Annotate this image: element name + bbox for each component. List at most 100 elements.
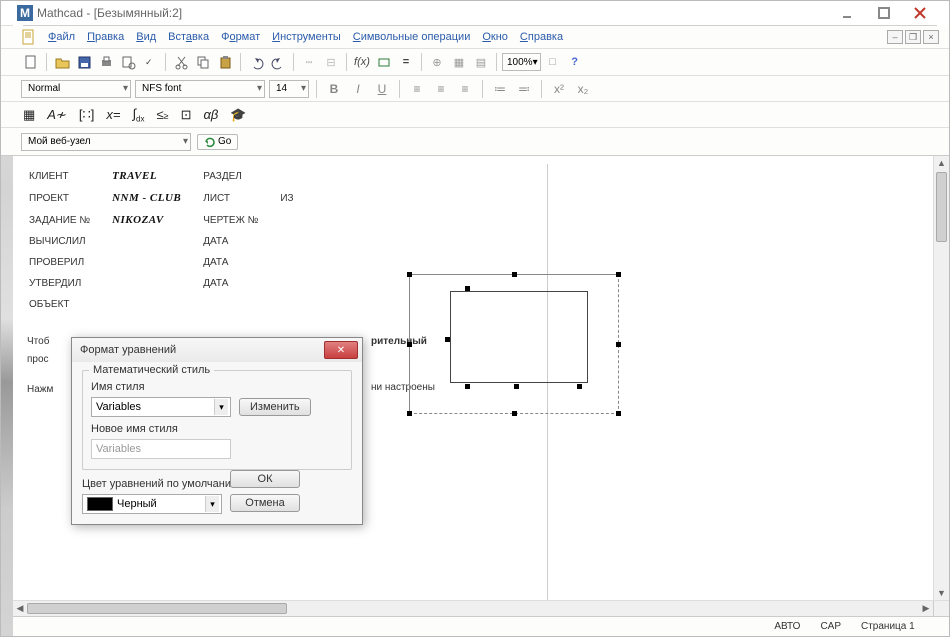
print-button[interactable]: [96, 52, 116, 72]
mdi-close-button[interactable]: ×: [923, 30, 939, 44]
menu-view[interactable]: Вид: [133, 31, 159, 43]
handle-tc[interactable]: [512, 272, 517, 277]
help-button[interactable]: ?: [565, 52, 585, 72]
subscript-button[interactable]: x₂: [573, 79, 593, 99]
cancel-button[interactable]: Отмена: [230, 494, 300, 512]
zoom-combo[interactable]: 100%▾: [502, 53, 541, 71]
web-url-combo[interactable]: Мой веб-узел▾: [21, 133, 191, 151]
equation-format-dialog: Формат уравнений ✕ Математический стиль …: [71, 337, 363, 525]
insert-table-button[interactable]: ▤: [471, 52, 491, 72]
handle-axis-3[interactable]: [514, 384, 519, 389]
menu-window[interactable]: Окно: [479, 31, 511, 43]
dialog-close-button[interactable]: ✕: [324, 341, 358, 359]
symbolic-palette-button[interactable]: 🎓: [228, 107, 248, 123]
boolean-palette-button[interactable]: ≤≥: [154, 107, 170, 122]
graph-palette-button[interactable]: A≁: [45, 107, 69, 123]
color-swatch: [87, 497, 113, 511]
greek-palette-button[interactable]: αβ: [201, 107, 220, 122]
spell-check-button[interactable]: ✓: [140, 52, 160, 72]
new-style-input[interactable]: [91, 439, 231, 459]
scroll-up-icon[interactable]: ▲: [934, 156, 949, 170]
handle-tr[interactable]: [616, 272, 621, 277]
handle-axis-2[interactable]: [465, 384, 470, 389]
scroll-right-icon[interactable]: ▶: [919, 601, 933, 616]
print-preview-button[interactable]: [118, 52, 138, 72]
handle-axis-4[interactable]: [577, 384, 582, 389]
save-button[interactable]: [74, 52, 94, 72]
scroll-down-icon[interactable]: ▼: [934, 586, 949, 600]
handle-bc[interactable]: [512, 411, 517, 416]
style-combo[interactable]: Normal▾: [21, 80, 131, 98]
calculate-button[interactable]: =: [396, 52, 416, 72]
minimize-button[interactable]: [837, 5, 859, 21]
menu-insert[interactable]: Вставка: [165, 31, 212, 43]
menu-edit[interactable]: Правка: [84, 31, 127, 43]
menu-file[interactable]: Файл: [45, 31, 78, 43]
align-right-button[interactable]: ≡: [455, 79, 475, 99]
scroll-left-icon[interactable]: ◀: [13, 601, 27, 616]
header-table: КЛИЕНТTRAVELРАЗДЕЛ ПРОЕКТNNM - CLUBЛИСТИ…: [21, 164, 310, 316]
handle-bl[interactable]: [407, 411, 412, 416]
menu-tools[interactable]: Инструменты: [269, 31, 344, 43]
number-list-button[interactable]: ≕: [514, 79, 534, 99]
handle-ml[interactable]: [407, 342, 412, 347]
copy-button[interactable]: [193, 52, 213, 72]
menu-symbolics[interactable]: Символьные операции: [350, 31, 474, 43]
toggle-nonprinting-button[interactable]: □: [543, 52, 563, 72]
mdi-restore-button[interactable]: ❐: [905, 30, 921, 44]
svg-text:M: M: [20, 6, 30, 20]
align-regions-button[interactable]: ┉: [299, 52, 319, 72]
superscript-button[interactable]: x²: [549, 79, 569, 99]
color-combo[interactable]: Черный▾: [82, 494, 222, 514]
redo-button[interactable]: [268, 52, 288, 72]
go-button[interactable]: Go: [197, 134, 238, 150]
insert-hyperlink-button[interactable]: ⊕: [427, 52, 447, 72]
font-combo[interactable]: NFS font▾: [135, 80, 265, 98]
ok-button[interactable]: ОК: [230, 470, 300, 488]
handle-mr[interactable]: [616, 342, 621, 347]
separate-regions-button[interactable]: ⊟: [321, 52, 341, 72]
insert-function-button[interactable]: f(x): [352, 52, 372, 72]
vscroll-thumb[interactable]: [936, 172, 947, 242]
handle-axis-1[interactable]: [445, 337, 450, 342]
handle-axis-5[interactable]: [465, 286, 470, 291]
mdi-minimize-button[interactable]: –: [887, 30, 903, 44]
horizontal-scrollbar[interactable]: ◀ ▶: [13, 600, 949, 616]
app-title: Mathcad - [Безымянный:2]: [37, 6, 182, 20]
insert-unit-button[interactable]: [374, 52, 394, 72]
calculator-palette-button[interactable]: ▦: [21, 107, 37, 123]
menu-help[interactable]: Справка: [517, 31, 566, 43]
math-toolbar: ▦ A≁ [∷] x= ∫dx ≤≥ ⊡ αβ 🎓: [1, 102, 949, 128]
bold-button[interactable]: B: [324, 79, 344, 99]
evaluation-palette-button[interactable]: x=: [104, 107, 122, 122]
new-button[interactable]: [21, 52, 41, 72]
fontsize-combo[interactable]: 14▾: [269, 80, 309, 98]
plot-region[interactable]: [409, 274, 619, 414]
change-button[interactable]: Изменить: [239, 398, 311, 416]
handle-br[interactable]: [616, 411, 621, 416]
matrix-palette-button[interactable]: [∷]: [77, 107, 97, 123]
programming-palette-button[interactable]: ⊡: [179, 107, 194, 123]
italic-button[interactable]: I: [348, 79, 368, 99]
align-left-button[interactable]: ≡: [407, 79, 427, 99]
menu-format[interactable]: Формат: [218, 31, 263, 43]
bullet-list-button[interactable]: ≔: [490, 79, 510, 99]
go-arrow-icon: [204, 136, 216, 148]
paste-button[interactable]: [215, 52, 235, 72]
underline-button[interactable]: U: [372, 79, 392, 99]
new-style-label: Новое имя стиля: [91, 423, 343, 435]
align-center-button[interactable]: ≡: [431, 79, 451, 99]
vertical-scrollbar[interactable]: ▲ ▼: [933, 156, 949, 600]
style-name-combo[interactable]: Variables▾: [91, 397, 231, 417]
open-button[interactable]: [52, 52, 72, 72]
hscroll-thumb[interactable]: [27, 603, 287, 614]
handle-tl[interactable]: [407, 272, 412, 277]
close-button[interactable]: [909, 5, 931, 21]
app-icon: M: [17, 5, 33, 21]
cut-button[interactable]: [171, 52, 191, 72]
insert-component-button[interactable]: ▦: [449, 52, 469, 72]
svg-text:✓: ✓: [145, 57, 153, 67]
maximize-button[interactable]: [873, 5, 895, 21]
calculus-palette-button[interactable]: ∫dx: [130, 106, 146, 124]
undo-button[interactable]: [246, 52, 266, 72]
